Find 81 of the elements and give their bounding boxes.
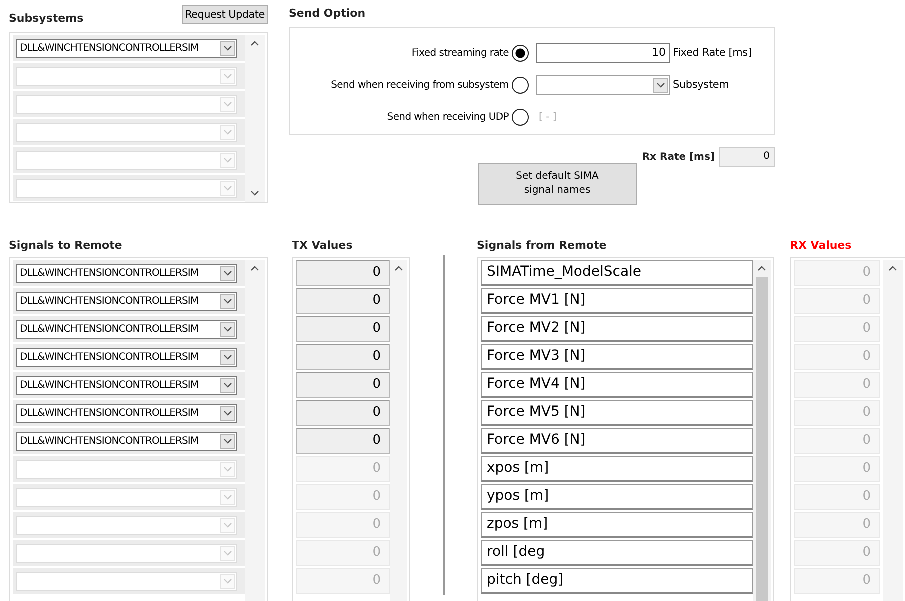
option-label: Send when receiving UDP bbox=[386, 112, 509, 124]
value-field: 0 bbox=[296, 428, 390, 454]
signal-name-field[interactable]: Force MV2 [N] bbox=[481, 316, 753, 342]
scroll-down-icon[interactable] bbox=[251, 191, 259, 196]
dropdown[interactable]: DLL&WINCHTENSIONCONTROLLERSIM bbox=[16, 348, 237, 366]
chevron-down-icon[interactable] bbox=[656, 82, 664, 88]
value-field: 0 bbox=[794, 456, 880, 482]
signal-name-field[interactable]: ypos [m] bbox=[481, 484, 753, 510]
value-field: 0 bbox=[794, 344, 880, 370]
value-field: 0 bbox=[296, 260, 390, 286]
value-field: 0 bbox=[296, 540, 390, 566]
value-field: 0 bbox=[794, 540, 880, 566]
dropdown[interactable]: DLL&WINCHTENSIONCONTROLLERSIM bbox=[16, 320, 237, 338]
value-field: 0 bbox=[296, 512, 390, 538]
option-label: Fixed streaming rate bbox=[410, 48, 509, 59]
signal-name-field[interactable]: Force MV4 [N] bbox=[481, 372, 753, 398]
chevron-down-icon[interactable] bbox=[224, 326, 232, 332]
unit-label: Subsystem bbox=[673, 79, 730, 92]
signal-name-field[interactable]: xpos [m] bbox=[481, 456, 753, 482]
value-field: 0 bbox=[794, 372, 880, 398]
signal-name-field[interactable]: Force MV3 [N] bbox=[481, 344, 753, 370]
value-field: 0 bbox=[296, 568, 390, 594]
section-title: Signals from Remote bbox=[477, 239, 608, 254]
signal-name-field[interactable]: pitch [deg] bbox=[481, 568, 753, 594]
section-title: Subsystems bbox=[9, 12, 84, 26]
dropdown[interactable]: DLL&WINCHTENSIONCONTROLLERSIM bbox=[16, 404, 237, 422]
chevron-down-icon[interactable] bbox=[224, 270, 232, 276]
status-text: [ - ] bbox=[539, 112, 557, 124]
value-field: 0 bbox=[794, 512, 880, 538]
value-field: 0 bbox=[794, 316, 880, 342]
value-field: 0 bbox=[296, 456, 390, 482]
radio-button[interactable] bbox=[512, 76, 529, 94]
dropdown[interactable]: DLL&WINCHTENSIONCONTROLLERSIM bbox=[16, 376, 237, 394]
value-field: 0 bbox=[794, 568, 880, 594]
value-field: 0 bbox=[296, 288, 390, 314]
signal-name-field[interactable]: roll [deg bbox=[481, 540, 753, 566]
section-title: TX Values bbox=[292, 239, 354, 254]
chevron-down-icon[interactable] bbox=[224, 46, 232, 50]
scroll-up-icon[interactable] bbox=[394, 266, 402, 271]
value-field: 0 bbox=[296, 484, 390, 510]
value-field: 0 bbox=[794, 428, 880, 454]
radio-button[interactable] bbox=[512, 109, 529, 126]
signal-name-field[interactable]: Force MV6 [N] bbox=[481, 428, 753, 454]
dropdown[interactable]: DLL&WINCHTENSIONCONTROLLERSIM bbox=[16, 38, 237, 58]
signal-name-field[interactable]: zpos [m] bbox=[481, 512, 753, 538]
chevron-down-icon[interactable] bbox=[224, 354, 232, 360]
value-field: 0 bbox=[296, 400, 390, 426]
section-title: Send Option bbox=[289, 6, 367, 22]
dropdown[interactable]: DLL&WINCHTENSIONCONTROLLERSIM bbox=[16, 292, 237, 310]
value-field: 0 bbox=[794, 400, 880, 426]
dropdown[interactable]: DLL&WINCHTENSIONCONTROLLERSIM bbox=[16, 432, 237, 450]
signal-name-field[interactable]: Force MV1 [N] bbox=[481, 288, 753, 314]
scrollbar-thumb[interactable] bbox=[756, 277, 768, 601]
subsystem-dropdown[interactable] bbox=[536, 75, 670, 96]
value-field: 0 bbox=[794, 288, 880, 314]
value-field: 0 bbox=[794, 260, 880, 286]
chevron-down-icon[interactable] bbox=[224, 298, 232, 304]
chevron-down-icon[interactable] bbox=[224, 410, 232, 416]
value-field: 0 bbox=[296, 316, 390, 342]
section-title: Signals to Remote bbox=[9, 239, 124, 254]
scroll-up-icon[interactable] bbox=[889, 266, 897, 271]
radio-button[interactable] bbox=[512, 44, 529, 62]
chevron-down-icon[interactable] bbox=[224, 382, 232, 388]
signal-name-field[interactable]: Force MV5 [N] bbox=[481, 400, 753, 426]
signal-name-field[interactable]: SIMATime_ModelScale bbox=[481, 260, 753, 286]
rx-rate-field: 0 bbox=[719, 147, 775, 167]
request-update-button[interactable]: Request Update bbox=[182, 5, 268, 24]
value-field: 0 bbox=[296, 344, 390, 370]
rx-rate-label: Rx Rate [ms] bbox=[642, 152, 715, 162]
unit-label: Fixed Rate [ms] bbox=[673, 47, 752, 60]
rate-field[interactable]: 10 bbox=[536, 43, 670, 64]
set-default-names-button[interactable]: Set default SIMA signal names bbox=[478, 163, 637, 205]
section-title: RX Values bbox=[790, 239, 853, 254]
value-field: 0 bbox=[794, 484, 880, 510]
option-label: Send when receiving from subsystem bbox=[330, 80, 509, 91]
scroll-up-icon[interactable] bbox=[251, 266, 259, 271]
chevron-down-icon[interactable] bbox=[224, 438, 232, 444]
dropdown[interactable]: DLL&WINCHTENSIONCONTROLLERSIM bbox=[16, 264, 237, 282]
scroll-up-icon[interactable] bbox=[758, 266, 766, 271]
value-field: 0 bbox=[296, 372, 390, 398]
scroll-up-icon[interactable] bbox=[251, 41, 259, 46]
